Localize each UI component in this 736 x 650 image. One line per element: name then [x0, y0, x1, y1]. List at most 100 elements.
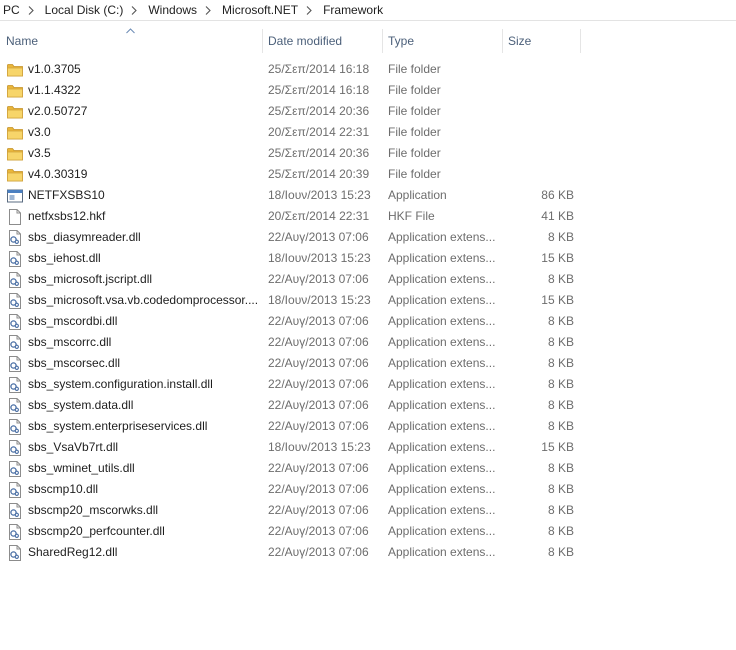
file-name: sbscmp10.dll [28, 482, 99, 496]
file-row[interactable]: v3.5 25/Σεπ/2014 20:36 File folder [0, 143, 736, 164]
file-row[interactable]: v3.0 20/Σεπ/2014 22:31 File folder [0, 122, 736, 143]
file-row[interactable]: v1.0.3705 25/Σεπ/2014 16:18 File folder [0, 59, 736, 80]
file-size: 15 KB [541, 251, 574, 265]
column-divider[interactable] [580, 29, 581, 53]
address-bar[interactable]: PC Local Disk (C:) Windows Microsoft.NET… [0, 0, 736, 21]
folder-icon [7, 143, 23, 164]
folder-icon [7, 101, 23, 122]
file-name: sbs_mscorrc.dll [28, 335, 112, 349]
file-row[interactable]: sbs_mscordbi.dll 22/Αυγ/2013 07:06 Applica… [0, 311, 736, 332]
file-row[interactable]: sbs_system.configuration.install.dll 22/Α… [0, 374, 736, 395]
folder-icon [7, 122, 23, 143]
file-row[interactable]: sbs_mscorsec.dll 22/Αυγ/2013 07:06 Applica… [0, 353, 736, 374]
file-name: sbs_microsoft.jscript.dll [28, 272, 153, 286]
column-header-name[interactable]: Name [0, 28, 262, 53]
breadcrumb-item-pc[interactable]: PC [0, 3, 20, 17]
file-date-modified: 22/Αυγ/2013 07:06 [268, 503, 369, 517]
file-date-modified: 22/Αυγ/2013 07:06 [268, 314, 369, 328]
file-date-modified: 20/Σεπ/2014 22:31 [268, 209, 370, 223]
file-row[interactable]: sbs_wminet_utils.dll 22/Αυγ/2013 07:06 App… [0, 458, 736, 479]
file-date-modified: 22/Αυγ/2013 07:06 [268, 377, 369, 391]
chevron-right-icon[interactable] [123, 4, 145, 16]
folder-icon [7, 80, 23, 101]
file-name: sbs_system.configuration.install.dll [28, 377, 213, 391]
dll-file-icon [7, 458, 23, 479]
file-date-modified: 22/Αυγ/2013 07:06 [268, 482, 369, 496]
chevron-right-icon[interactable] [298, 4, 320, 16]
column-header-type[interactable]: Type [382, 29, 502, 53]
file-name: sbs_system.data.dll [28, 398, 134, 412]
file-row[interactable]: netfxsbs12.hkf 20/Σεπ/2014 22:31 HKF File 4… [0, 206, 736, 227]
file-name: v1.1.4322 [28, 83, 81, 97]
file-row[interactable]: v2.0.50727 25/Σεπ/2014 20:36 File folder [0, 101, 736, 122]
file-row[interactable]: sbscmp20_perfcounter.dll 22/Αυγ/2013 07:0… [0, 521, 736, 542]
file-size: 41 KB [541, 209, 574, 223]
file-date-modified: 25/Σεπ/2014 16:18 [268, 62, 370, 76]
file-row[interactable]: v4.0.30319 25/Σεπ/2014 20:39 File folder [0, 164, 736, 185]
file-type: File folder [388, 146, 441, 160]
file-size: 8 KB [547, 461, 574, 475]
column-header-type-label: Type [388, 34, 415, 48]
file-type: Application extens... [388, 461, 496, 475]
file-row[interactable]: sbs_VsaVb7rt.dll 18/Ιουν/2013 15:23 Applic… [0, 437, 736, 458]
file-type: Application extens... [388, 524, 496, 538]
breadcrumb-item-local-disk[interactable]: Local Disk (C:) [42, 3, 124, 17]
file-size [500, 143, 574, 164]
file-name: SharedReg12.dll [28, 545, 118, 559]
file-type: Application extens... [388, 545, 496, 559]
file-date-modified: 20/Σεπ/2014 22:31 [268, 125, 370, 139]
dll-file-icon [7, 542, 23, 563]
file-size: 8 KB [547, 272, 574, 286]
file-type: Application extens... [388, 440, 496, 454]
dll-file-icon [7, 353, 23, 374]
file-type: Application extens... [388, 230, 496, 244]
file-date-modified: 25/Σεπ/2014 20:36 [268, 146, 370, 160]
file-row[interactable]: sbscmp20_mscorwks.dll 22/Αυγ/2013 07:06 Ap… [0, 500, 736, 521]
file-name: v3.5 [28, 146, 51, 160]
file-row[interactable]: SharedReg12.dll 22/Αυγ/2013 07:06 Applicat… [0, 542, 736, 563]
file-row[interactable]: sbs_system.enterpriseservices.dll 22/Αυγ/… [0, 416, 736, 437]
file-date-modified: 22/Αυγ/2013 07:06 [268, 335, 369, 349]
folder-icon [7, 164, 23, 185]
file-size: 8 KB [547, 419, 574, 433]
file-size: 8 KB [547, 314, 574, 328]
file-name: sbs_system.enterpriseservices.dll [28, 419, 208, 433]
file-size [500, 122, 574, 143]
column-header-size[interactable]: Size [502, 29, 580, 53]
file-row[interactable]: sbscmp10.dll 22/Αυγ/2013 07:06 Application… [0, 479, 736, 500]
file-type: Application extens... [388, 503, 496, 517]
file-size: 86 KB [541, 188, 574, 202]
file-size: 8 KB [547, 503, 574, 517]
file-size: 8 KB [547, 398, 574, 412]
file-date-modified: 22/Αυγ/2013 07:06 [268, 230, 369, 244]
file-row[interactable]: sbs_system.data.dll 22/Αυγ/2013 07:06 Appl… [0, 395, 736, 416]
chevron-right-icon[interactable] [197, 4, 219, 16]
file-date-modified: 25/Σεπ/2014 20:39 [268, 167, 370, 181]
file-row[interactable]: sbs_microsoft.vsa.vb.codedomprocessor...… [0, 290, 736, 311]
file-type: Application [388, 188, 447, 202]
breadcrumb-item-microsoft-net[interactable]: Microsoft.NET [219, 3, 298, 17]
file-list: v1.0.3705 25/Σεπ/2014 16:18 File folder v1… [0, 59, 736, 563]
file-row[interactable]: sbs_mscorrc.dll 22/Αυγ/2013 07:06 Applicat… [0, 332, 736, 353]
file-size: 8 KB [547, 356, 574, 370]
file-name: sbs_VsaVb7rt.dll [28, 440, 119, 454]
file-date-modified: 22/Αυγ/2013 07:06 [268, 419, 369, 433]
file-type: Application extens... [388, 377, 496, 391]
dll-file-icon [7, 416, 23, 437]
file-date-modified: 22/Αυγ/2013 07:06 [268, 398, 369, 412]
file-row[interactable]: v1.1.4322 25/Σεπ/2014 16:18 File folder [0, 80, 736, 101]
column-header-name-label: Name [6, 34, 39, 48]
breadcrumb-item-framework[interactable]: Framework [320, 3, 383, 17]
blank-file-icon [7, 206, 23, 227]
file-row[interactable]: sbs_iehost.dll 18/Ιουν/2013 15:23 Applicat… [0, 248, 736, 269]
column-header-date[interactable]: Date modified [262, 29, 382, 53]
breadcrumb-item-windows[interactable]: Windows [145, 3, 197, 17]
file-type: Application extens... [388, 482, 496, 496]
chevron-right-icon[interactable] [20, 4, 42, 16]
file-row[interactable]: sbs_diasymreader.dll 22/Αυγ/2013 07:06 App… [0, 227, 736, 248]
dll-file-icon [7, 269, 23, 290]
file-name: sbs_mscorsec.dll [28, 356, 121, 370]
file-row[interactable]: NETFXSBS10 18/Ιουν/2013 15:23 Application 8… [0, 185, 736, 206]
file-row[interactable]: sbs_microsoft.jscript.dll 22/Αυγ/2013 07:… [0, 269, 736, 290]
file-size [500, 101, 574, 122]
